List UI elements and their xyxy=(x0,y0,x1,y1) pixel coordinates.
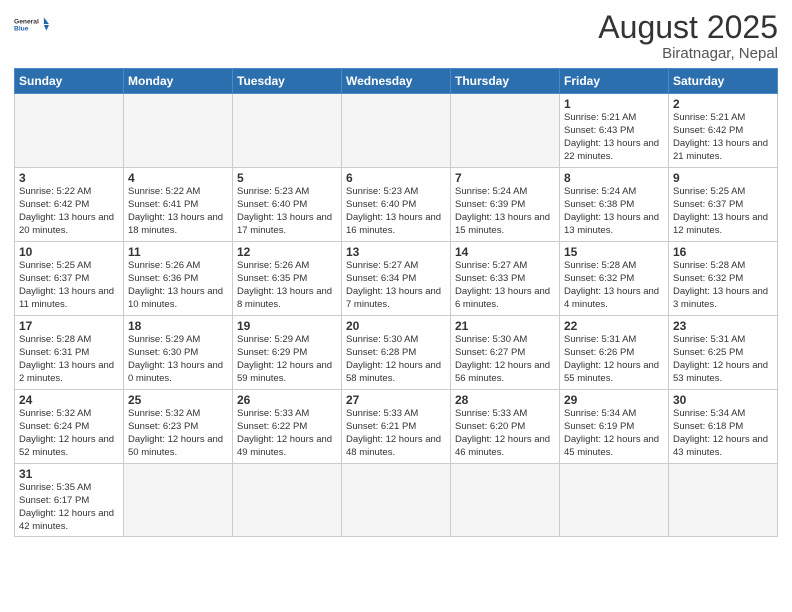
empty-cell xyxy=(451,464,560,537)
location: Biratnagar, Nepal xyxy=(598,45,778,62)
day-10: 10 Sunrise: 5:25 AMSunset: 6:37 PMDaylig… xyxy=(15,242,124,316)
empty-cell xyxy=(342,94,451,168)
empty-cell xyxy=(233,464,342,537)
title-block: August 2025 Biratnagar, Nepal xyxy=(598,10,778,62)
week-row-1: 1 Sunrise: 5:21 AMSunset: 6:43 PMDayligh… xyxy=(15,94,778,168)
week-row-5: 24 Sunrise: 5:32 AMSunset: 6:24 PMDaylig… xyxy=(15,390,778,464)
empty-cell xyxy=(669,464,778,537)
header-monday: Monday xyxy=(124,69,233,94)
logo-icon: GeneralBlue xyxy=(14,10,50,38)
header-wednesday: Wednesday xyxy=(342,69,451,94)
day-31: 31 Sunrise: 5:35 AMSunset: 6:17 PMDaylig… xyxy=(15,464,124,537)
day-7: 7 Sunrise: 5:24 AMSunset: 6:39 PMDayligh… xyxy=(451,168,560,242)
month-year: August 2025 xyxy=(598,10,778,45)
day-9: 9 Sunrise: 5:25 AMSunset: 6:37 PMDayligh… xyxy=(669,168,778,242)
week-row-6: 31 Sunrise: 5:35 AMSunset: 6:17 PMDaylig… xyxy=(15,464,778,537)
day-16: 16 Sunrise: 5:28 AMSunset: 6:32 PMDaylig… xyxy=(669,242,778,316)
empty-cell xyxy=(124,94,233,168)
day-8: 8 Sunrise: 5:24 AMSunset: 6:38 PMDayligh… xyxy=(560,168,669,242)
day-1: 1 Sunrise: 5:21 AMSunset: 6:43 PMDayligh… xyxy=(560,94,669,168)
day-5: 5 Sunrise: 5:23 AMSunset: 6:40 PMDayligh… xyxy=(233,168,342,242)
day-22: 22 Sunrise: 5:31 AMSunset: 6:26 PMDaylig… xyxy=(560,316,669,390)
header-sunday: Sunday xyxy=(15,69,124,94)
day-18: 18 Sunrise: 5:29 AMSunset: 6:30 PMDaylig… xyxy=(124,316,233,390)
day-6: 6 Sunrise: 5:23 AMSunset: 6:40 PMDayligh… xyxy=(342,168,451,242)
page: GeneralBlue August 2025 Biratnagar, Nepa… xyxy=(0,0,792,612)
day-17: 17 Sunrise: 5:28 AMSunset: 6:31 PMDaylig… xyxy=(15,316,124,390)
day-26: 26 Sunrise: 5:33 AMSunset: 6:22 PMDaylig… xyxy=(233,390,342,464)
header-thursday: Thursday xyxy=(451,69,560,94)
day-3: 3 Sunrise: 5:22 AMSunset: 6:42 PMDayligh… xyxy=(15,168,124,242)
week-row-3: 10 Sunrise: 5:25 AMSunset: 6:37 PMDaylig… xyxy=(15,242,778,316)
day-11: 11 Sunrise: 5:26 AMSunset: 6:36 PMDaylig… xyxy=(124,242,233,316)
empty-cell xyxy=(560,464,669,537)
empty-cell xyxy=(233,94,342,168)
header-saturday: Saturday xyxy=(669,69,778,94)
day-28: 28 Sunrise: 5:33 AMSunset: 6:20 PMDaylig… xyxy=(451,390,560,464)
day-24: 24 Sunrise: 5:32 AMSunset: 6:24 PMDaylig… xyxy=(15,390,124,464)
header-friday: Friday xyxy=(560,69,669,94)
empty-cell xyxy=(342,464,451,537)
empty-cell xyxy=(451,94,560,168)
day-29: 29 Sunrise: 5:34 AMSunset: 6:19 PMDaylig… xyxy=(560,390,669,464)
day-15: 15 Sunrise: 5:28 AMSunset: 6:32 PMDaylig… xyxy=(560,242,669,316)
week-row-4: 17 Sunrise: 5:28 AMSunset: 6:31 PMDaylig… xyxy=(15,316,778,390)
svg-text:Blue: Blue xyxy=(14,26,29,33)
calendar: Sunday Monday Tuesday Wednesday Thursday… xyxy=(14,68,778,537)
day-19: 19 Sunrise: 5:29 AMSunset: 6:29 PMDaylig… xyxy=(233,316,342,390)
day-27: 27 Sunrise: 5:33 AMSunset: 6:21 PMDaylig… xyxy=(342,390,451,464)
day-12: 12 Sunrise: 5:26 AMSunset: 6:35 PMDaylig… xyxy=(233,242,342,316)
logo: GeneralBlue xyxy=(14,10,50,38)
header-tuesday: Tuesday xyxy=(233,69,342,94)
weekday-header-row: Sunday Monday Tuesday Wednesday Thursday… xyxy=(15,69,778,94)
empty-cell xyxy=(124,464,233,537)
empty-cell xyxy=(15,94,124,168)
header: GeneralBlue August 2025 Biratnagar, Nepa… xyxy=(14,10,778,62)
day-23: 23 Sunrise: 5:31 AMSunset: 6:25 PMDaylig… xyxy=(669,316,778,390)
day-2: 2 Sunrise: 5:21 AMSunset: 6:42 PMDayligh… xyxy=(669,94,778,168)
day-14: 14 Sunrise: 5:27 AMSunset: 6:33 PMDaylig… xyxy=(451,242,560,316)
week-row-2: 3 Sunrise: 5:22 AMSunset: 6:42 PMDayligh… xyxy=(15,168,778,242)
day-13: 13 Sunrise: 5:27 AMSunset: 6:34 PMDaylig… xyxy=(342,242,451,316)
day-20: 20 Sunrise: 5:30 AMSunset: 6:28 PMDaylig… xyxy=(342,316,451,390)
day-4: 4 Sunrise: 5:22 AMSunset: 6:41 PMDayligh… xyxy=(124,168,233,242)
day-25: 25 Sunrise: 5:32 AMSunset: 6:23 PMDaylig… xyxy=(124,390,233,464)
day-21: 21 Sunrise: 5:30 AMSunset: 6:27 PMDaylig… xyxy=(451,316,560,390)
day-30: 30 Sunrise: 5:34 AMSunset: 6:18 PMDaylig… xyxy=(669,390,778,464)
svg-text:General: General xyxy=(14,18,39,25)
